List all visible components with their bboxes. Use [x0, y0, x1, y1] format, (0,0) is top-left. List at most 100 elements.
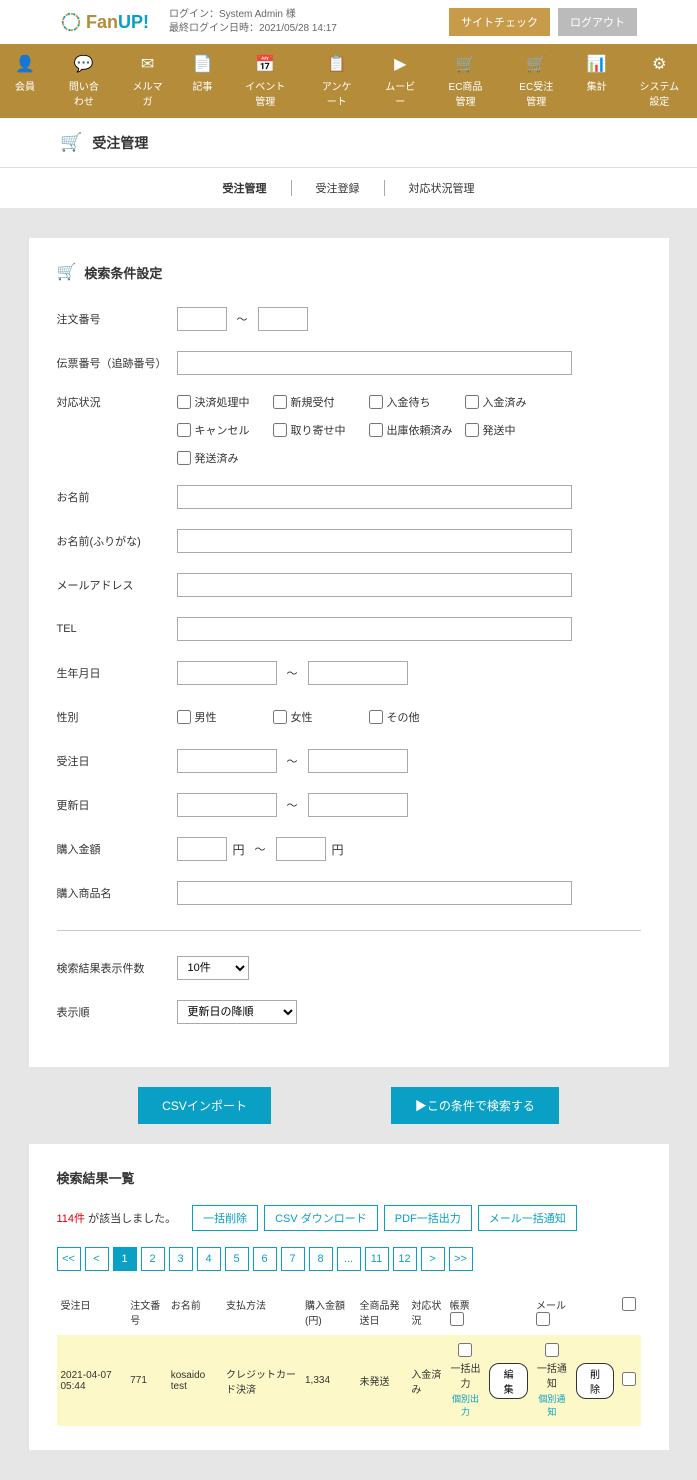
label-gender: 性別	[57, 709, 177, 725]
nav-item-5[interactable]: 📋アンケート	[303, 44, 370, 118]
nav-item-7[interactable]: 🛒EC商品管理	[430, 44, 501, 118]
row-all-check[interactable]	[622, 1297, 636, 1311]
update-date-to[interactable]	[308, 793, 408, 817]
status-opt-5[interactable]: 取り寄せ中	[273, 422, 369, 438]
order-no-to[interactable]	[258, 307, 308, 331]
cart-icon: 🛒	[57, 262, 77, 282]
nav-icon: 🛒	[515, 54, 558, 74]
logo-icon	[60, 11, 82, 33]
edit-button[interactable]: 編集	[489, 1363, 528, 1399]
status-opt-8[interactable]: 発送済み	[177, 450, 273, 466]
name-input[interactable]	[177, 485, 572, 509]
email-input[interactable]	[177, 573, 572, 597]
logo[interactable]: FanUP!	[60, 11, 149, 33]
label-per-page: 検索結果表示件数	[57, 960, 177, 976]
page-5[interactable]: 5	[225, 1247, 249, 1271]
update-date-from[interactable]	[177, 793, 277, 817]
receipt-check[interactable]	[458, 1343, 472, 1357]
page-...[interactable]: ...	[337, 1247, 361, 1271]
search-button[interactable]: ▶この条件で検索する	[391, 1087, 559, 1124]
per-page-select[interactable]: 10件	[177, 956, 249, 980]
label-email: メールアドレス	[57, 577, 177, 593]
gender-opt-1[interactable]: 女性	[273, 709, 369, 725]
nav-icon: 💬	[64, 54, 104, 74]
logo-fan: Fan	[86, 12, 118, 32]
status-opt-2[interactable]: 入金待ち	[369, 394, 465, 410]
cell-payment: クレジットカード決済	[222, 1335, 301, 1426]
page->[interactable]: >	[421, 1247, 445, 1271]
cell-order-no: 771	[126, 1335, 166, 1426]
row-check[interactable]	[622, 1372, 636, 1386]
nav-item-2[interactable]: ✉メルマガ	[118, 44, 178, 118]
sub-nav: 受注管理受注登録対応状況管理	[0, 167, 697, 208]
page-<[interactable]: <	[85, 1247, 109, 1271]
order-date-to[interactable]	[308, 749, 408, 773]
page-<<[interactable]: <<	[57, 1247, 81, 1271]
amount-from[interactable]	[177, 837, 227, 861]
tel-input[interactable]	[177, 617, 572, 641]
page-3[interactable]: 3	[169, 1247, 193, 1271]
page-11[interactable]: 11	[365, 1247, 389, 1271]
status-opt-0[interactable]: 決済処理中	[177, 394, 273, 410]
result-action-1[interactable]: CSV ダウンロード	[264, 1205, 378, 1231]
nav-icon: 📄	[191, 54, 213, 74]
status-opt-7[interactable]: 発送中	[465, 422, 561, 438]
nav-item-0[interactable]: 👤会員	[0, 44, 50, 118]
page-7[interactable]: 7	[281, 1247, 305, 1271]
nav-icon: 📅	[241, 54, 289, 74]
page-6[interactable]: 6	[253, 1247, 277, 1271]
product-input[interactable]	[177, 881, 572, 905]
kana-input[interactable]	[177, 529, 572, 553]
page-8[interactable]: 8	[309, 1247, 333, 1271]
nav-item-3[interactable]: 📄記事	[177, 44, 227, 118]
gender-opt-0[interactable]: 男性	[177, 709, 273, 725]
gender-opt-2[interactable]: その他	[369, 709, 465, 725]
status-opt-4[interactable]: キャンセル	[177, 422, 273, 438]
mail-check[interactable]	[545, 1343, 559, 1357]
logo-up: UP!	[118, 12, 149, 32]
cell-name: kosaido test	[167, 1335, 222, 1426]
logout-button[interactable]: ログアウト	[558, 8, 637, 36]
receipt-indiv-link[interactable]: 個別出力	[450, 1392, 482, 1418]
nav-icon: 📊	[586, 54, 608, 74]
slip-no-input[interactable]	[177, 351, 572, 375]
result-action-2[interactable]: PDF一括出力	[384, 1205, 472, 1231]
subtab-0[interactable]: 受注管理	[199, 180, 291, 196]
nav-icon: 🛒	[444, 54, 487, 74]
page-4[interactable]: 4	[197, 1247, 221, 1271]
csv-import-button[interactable]: CSVインポート	[138, 1087, 271, 1124]
result-action-0[interactable]: 一括削除	[192, 1205, 258, 1231]
subtab-2[interactable]: 対応状況管理	[385, 180, 499, 196]
page-12[interactable]: 12	[393, 1247, 417, 1271]
nav-item-1[interactable]: 💬問い合わせ	[50, 44, 118, 118]
nav-item-8[interactable]: 🛒EC受注管理	[501, 44, 572, 118]
birth-from[interactable]	[177, 661, 277, 685]
sort-select[interactable]: 更新日の降順	[177, 1000, 297, 1024]
result-action-3[interactable]: メール一括通知	[478, 1205, 577, 1231]
label-order-date: 受注日	[57, 753, 177, 769]
mail-all-check[interactable]	[536, 1312, 550, 1326]
status-opt-3[interactable]: 入金済み	[465, 394, 561, 410]
order-date-from[interactable]	[177, 749, 277, 773]
receipt-all-check[interactable]	[450, 1312, 464, 1326]
nav-item-6[interactable]: ▶ムービー	[370, 44, 430, 118]
nav-item-9[interactable]: 📊集計	[572, 44, 622, 118]
subtab-1[interactable]: 受注登録	[292, 180, 384, 196]
page->>[interactable]: >>	[449, 1247, 473, 1271]
mail-indiv-link[interactable]: 個別通知	[536, 1392, 568, 1418]
nav-item-4[interactable]: 📅イベント管理	[227, 44, 303, 118]
nav-icon: ▶	[384, 54, 416, 74]
site-check-button[interactable]: サイトチェック	[449, 8, 550, 36]
birth-to[interactable]	[308, 661, 408, 685]
delete-button[interactable]: 削除	[576, 1363, 615, 1399]
page-1[interactable]: 1	[113, 1247, 137, 1271]
order-no-from[interactable]	[177, 307, 227, 331]
cart-icon: 🛒	[60, 132, 82, 153]
page-2[interactable]: 2	[141, 1247, 165, 1271]
nav-item-10[interactable]: ⚙システム設定	[622, 44, 697, 118]
label-status: 対応状況	[57, 394, 177, 410]
amount-to[interactable]	[276, 837, 326, 861]
status-opt-6[interactable]: 出庫依頼済み	[369, 422, 465, 438]
col-mail: メール	[532, 1291, 572, 1335]
status-opt-1[interactable]: 新規受付	[273, 394, 369, 410]
